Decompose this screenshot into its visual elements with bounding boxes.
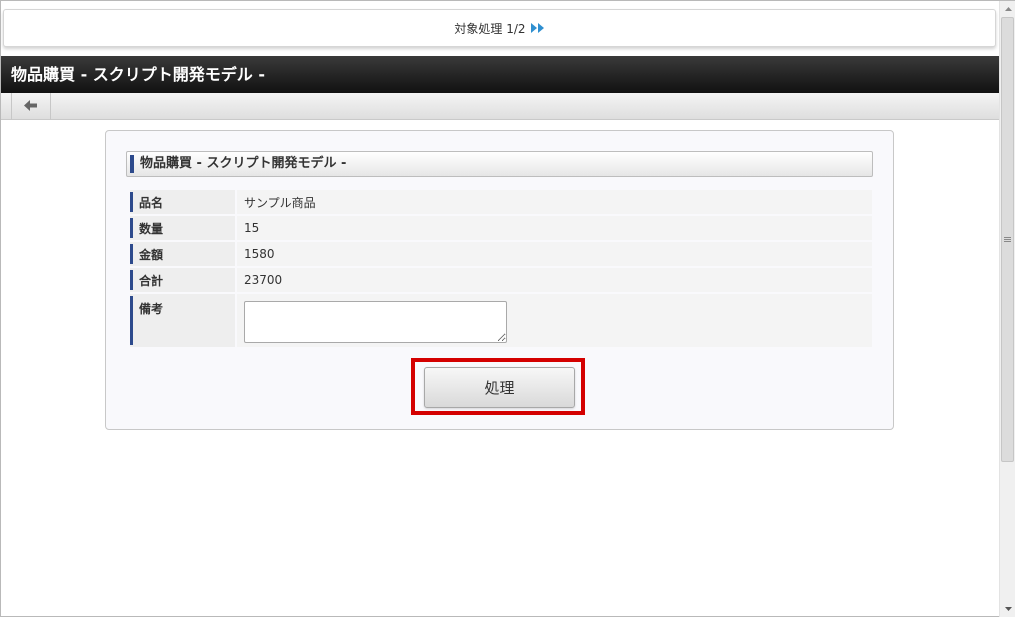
field-label: 合計 (130, 268, 235, 292)
form-row-quantity: 数量 15 (130, 216, 872, 240)
field-value: 1580 (237, 242, 872, 266)
field-label: 備考 (130, 294, 235, 347)
scroll-thumb[interactable] (1001, 17, 1014, 462)
toolbar (1, 93, 999, 120)
field-value: サンプル商品 (237, 190, 872, 214)
field-value: 23700 (237, 268, 872, 292)
form-row-price: 金額 1580 (130, 242, 872, 266)
double-chevron-right-icon[interactable] (530, 23, 545, 33)
page-title: 物品購買 - スクリプト開発モデル - (1, 56, 999, 93)
field-label: 品名 (130, 190, 235, 214)
pager-text: 対象処理 1/2 (454, 21, 526, 36)
form-row-item-name: 品名 サンプル商品 (130, 190, 872, 214)
process-button[interactable]: 処理 (424, 367, 575, 408)
scroll-down-arrow-icon[interactable] (1000, 601, 1015, 617)
pager-area: 対象処理 1/2 (1, 1, 999, 53)
memo-textarea[interactable] (244, 300, 507, 343)
form-row-total: 合計 23700 (130, 268, 872, 292)
form-panel: 物品購買 - スクリプト開発モデル - 品名 サンプル商品 数量 15 金額 1… (105, 130, 894, 430)
form-row-memo: 備考 (130, 294, 872, 347)
form-table: 品名 サンプル商品 数量 15 金額 1580 合計 23700 備考 (130, 188, 872, 349)
field-value: 15 (237, 216, 872, 240)
field-label: 金額 (130, 242, 235, 266)
grip-icon (1004, 237, 1011, 242)
section-title: 物品購買 - スクリプト開発モデル - (126, 151, 873, 177)
field-label: 数量 (130, 216, 235, 240)
vertical-scrollbar[interactable] (999, 1, 1015, 617)
arrow-left-icon (24, 99, 38, 114)
back-button[interactable] (11, 93, 51, 120)
task-pager: 対象処理 1/2 (3, 9, 996, 47)
scroll-up-arrow-icon[interactable] (1000, 1, 1015, 17)
